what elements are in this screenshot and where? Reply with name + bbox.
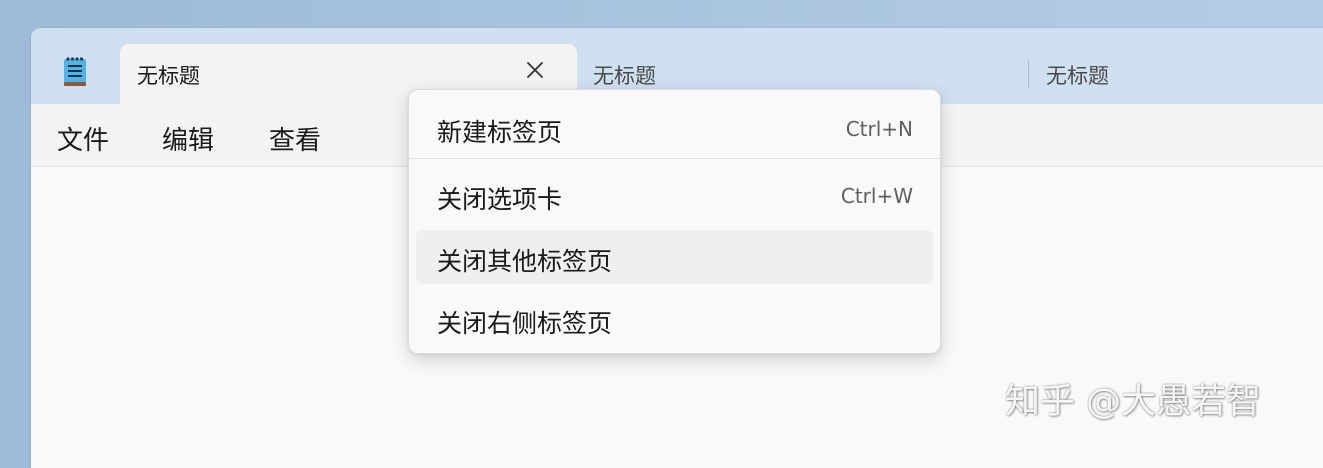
tab-inactive-3[interactable]: 无标题 [1030,44,1323,88]
menu-divider [409,158,940,159]
menu-file[interactable]: 文件 [57,120,109,157]
menu-item-new-tab[interactable]: 新建标签页 Ctrl+N [416,101,933,155]
tab-title: 无标题 [137,64,200,88]
tab-context-menu: 新建标签页 Ctrl+N 关闭选项卡 Ctrl+W 关闭其他标签页 关闭右侧标签… [408,89,941,354]
menu-item-label: 关闭选项卡 [437,185,563,214]
menu-item-shortcut: Ctrl+N [845,117,913,141]
menu-item-label: 新建标签页 [437,118,563,147]
notepad-icon [63,56,87,88]
menu-item-close-right-tabs[interactable]: 关闭右侧标签页 [416,292,933,346]
tab-title: 无标题 [1046,64,1109,88]
menu-edit[interactable]: 编辑 [162,120,214,157]
menu-item-close-other-tabs[interactable]: 关闭其他标签页 [416,230,933,284]
menu-item-shortcut: Ctrl+W [840,184,913,208]
menu-view[interactable]: 查看 [269,120,321,157]
tab-inactive-2[interactable]: 无标题 [577,44,1028,88]
tab-title: 无标题 [593,64,656,88]
menu-item-label: 关闭右侧标签页 [437,309,613,338]
close-icon[interactable] [523,58,547,82]
menu-item-label: 关闭其他标签页 [437,247,613,276]
watermark: 知乎 @大愚若智 [1005,382,1262,422]
menu-item-close-tab[interactable]: 关闭选项卡 Ctrl+W [416,168,933,222]
tab-divider [1028,60,1029,88]
